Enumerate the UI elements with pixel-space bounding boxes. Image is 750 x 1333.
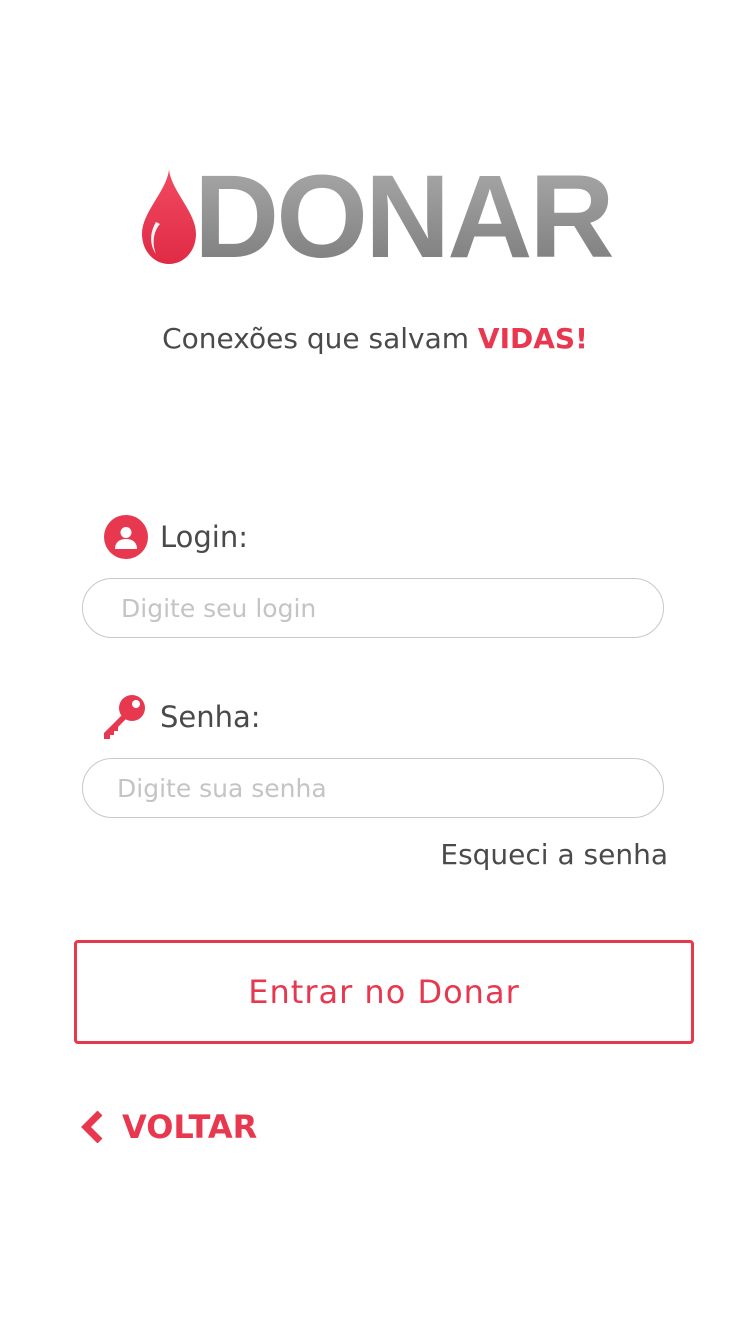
back-button[interactable]: VOLTAR <box>80 1108 257 1146</box>
app-logo: DONAR <box>138 158 618 276</box>
tagline-text: Conexões que salvam <box>162 322 478 355</box>
blood-drop-icon <box>142 170 196 264</box>
login-input[interactable] <box>82 578 664 638</box>
enter-button-label: Entrar no Donar <box>248 973 520 1011</box>
enter-button[interactable]: Entrar no Donar <box>74 940 694 1044</box>
back-label: VOLTAR <box>122 1108 258 1146</box>
chevron-left-icon <box>81 1111 103 1143</box>
forgot-password-link[interactable]: Esqueci a senha <box>440 838 668 871</box>
senha-input[interactable] <box>82 758 664 818</box>
login-label: Login: <box>104 515 248 559</box>
login-label-text: Login: <box>160 520 249 554</box>
tagline: Conexões que salvam VIDAS! <box>0 320 750 358</box>
tagline-accent: VIDAS! <box>477 322 588 355</box>
logo-wordmark: DONAR <box>194 151 615 283</box>
senha-label-text: Senha: <box>160 700 261 734</box>
senha-label: Senha: <box>100 694 261 740</box>
key-icon <box>104 695 145 739</box>
user-icon <box>104 515 148 559</box>
